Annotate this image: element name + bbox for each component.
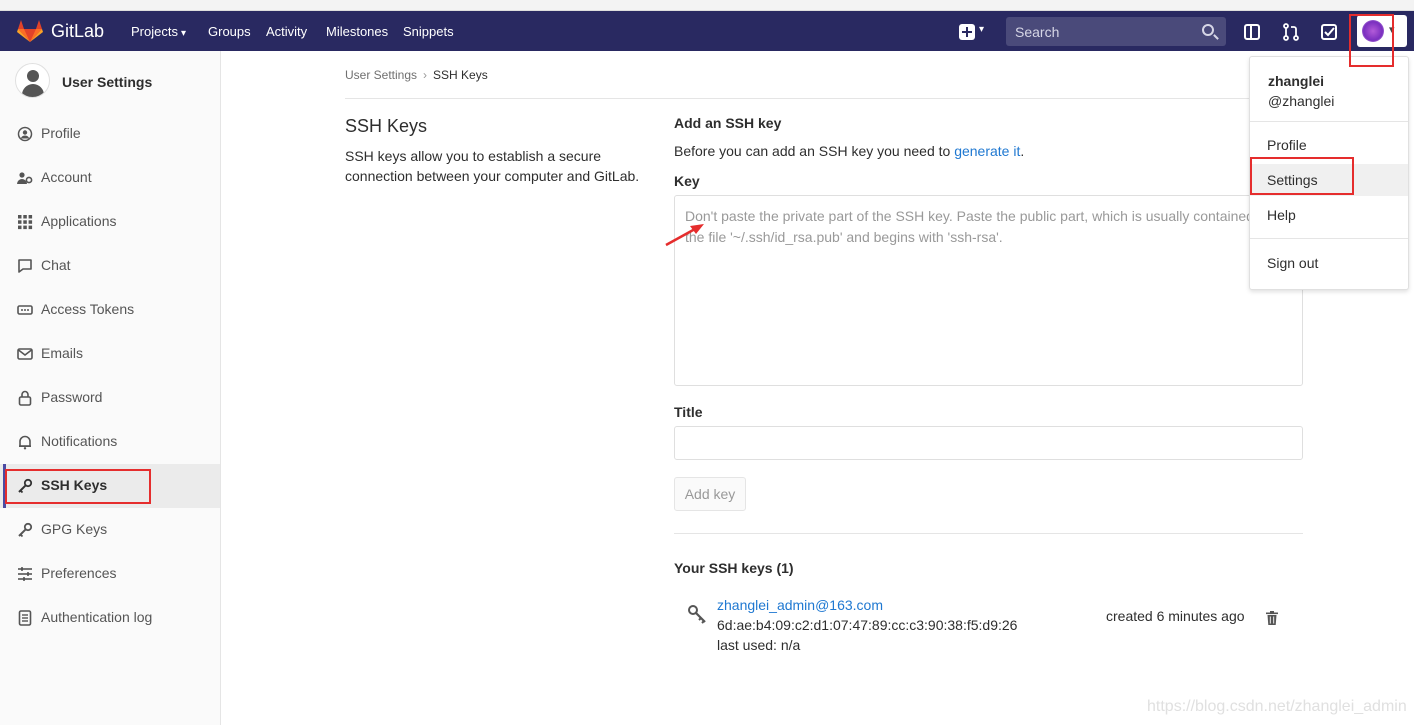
profile-icon — [17, 126, 33, 142]
chevron-down-icon: ▾ — [180, 28, 186, 39]
section-description: SSH keys allow you to establish a secure… — [345, 148, 640, 184]
dropdown-item-help[interactable]: Help — [1250, 199, 1408, 231]
merge-request-icon[interactable] — [1282, 23, 1300, 41]
gitlab-logo-icon[interactable] — [17, 19, 43, 43]
ssh-key-created: created 6 minutes ago — [1106, 608, 1245, 624]
bell-icon — [19, 435, 31, 450]
title-input[interactable] — [674, 426, 1303, 460]
chevron-right-icon: › — [423, 68, 428, 82]
dropdown-divider — [1250, 238, 1408, 239]
form-hint: Before you can add an SSH key you need t… — [674, 143, 1024, 159]
sidebar-title: User Settings — [62, 74, 153, 90]
annotation-arrow-icon — [665, 224, 704, 247]
nav-milestones[interactable]: Milestones — [326, 24, 388, 39]
sidebar-item-gpg-keys[interactable]: GPG Keys — [0, 508, 220, 552]
ssh-keys-heading: Your SSH keys (1) — [674, 560, 794, 576]
nav-activity[interactable]: Activity — [266, 24, 307, 39]
sidebar-item-label: Authentication log — [41, 609, 153, 625]
sidebar-item-account[interactable]: Account — [0, 156, 220, 200]
sidebar-item-label: Profile — [41, 125, 81, 141]
ssh-key-last-used: last used: n/a — [717, 637, 801, 653]
account-icon — [17, 172, 33, 184]
user-avatar-icon — [15, 63, 50, 98]
chat-icon — [18, 259, 32, 273]
search-input[interactable] — [1006, 17, 1196, 46]
form-heading: Add an SSH key — [674, 115, 782, 131]
sidebar-item-emails[interactable]: Emails — [0, 332, 220, 376]
dropdown-item-label: Help — [1267, 207, 1296, 223]
brand-name[interactable]: GitLab — [51, 21, 104, 42]
form-hint-suffix: . — [1020, 143, 1025, 159]
sidebar-item-label: Notifications — [41, 433, 118, 449]
ssh-key-title-link[interactable]: zhanglei_admin@163.com — [717, 597, 883, 613]
sidebar-item-label: GPG Keys — [41, 521, 108, 537]
dropdown-divider — [1250, 121, 1408, 122]
chevron-down-icon: ▾ — [979, 24, 985, 35]
top-navbar: GitLab Projects ▾ Groups Activity Milesto… — [0, 11, 1414, 51]
sidebar-item-profile[interactable]: Profile — [0, 112, 220, 156]
sidebar-item-label: Emails — [41, 345, 84, 361]
sidebar-item-label: Access Tokens — [41, 301, 135, 317]
key-textarea[interactable] — [674, 195, 1303, 386]
breadcrumb: User Settings › SSH Keys — [345, 68, 488, 82]
sidebar-item-label: Chat — [41, 257, 71, 273]
breadcrumb-current[interactable]: SSH Keys — [433, 68, 488, 82]
watermark-text: https://blog.csdn.net/zhanglei_admin — [1147, 698, 1407, 715]
dropdown-item-label: Profile — [1267, 137, 1307, 153]
nav-snippets[interactable]: Snippets — [403, 24, 454, 39]
breadcrumb-parent[interactable]: User Settings — [345, 68, 417, 82]
section-divider — [674, 533, 1303, 534]
dropdown-item-label: Sign out — [1267, 255, 1319, 271]
page-title: SSH Keys — [345, 116, 428, 136]
plus-icon — [959, 24, 975, 40]
sidebar-item-authentication-log[interactable]: Authentication log — [0, 596, 220, 640]
access-tokens-icon — [17, 305, 33, 315]
breadcrumb-divider — [345, 98, 1302, 99]
search-icon[interactable] — [1202, 24, 1214, 36]
sidebar-item-applications[interactable]: Applications — [0, 200, 220, 244]
key-label: Key — [674, 173, 700, 189]
new-dropdown-button[interactable]: ▾ — [957, 21, 993, 43]
annotation-box-settings — [1250, 157, 1354, 195]
avatar-body — [22, 84, 44, 97]
add-key-button[interactable]: Add key — [674, 477, 746, 511]
sidebar-item-label: Account — [41, 169, 92, 185]
key-icon — [18, 522, 33, 538]
sidebar-item-password[interactable]: Password — [0, 376, 220, 420]
sidebar-item-access-tokens[interactable]: Access Tokens — [0, 288, 220, 332]
settings-sidebar: User Settings Profile Account Applicatio… — [0, 51, 221, 725]
avatar-head — [27, 70, 39, 82]
nav-projects-label[interactable]: Projects — [131, 24, 178, 39]
sidebar-item-label: Applications — [41, 213, 117, 229]
sidebar-item-chat[interactable]: Chat — [0, 244, 220, 288]
preferences-icon — [18, 567, 32, 581]
sidebar-header[interactable]: User Settings — [0, 51, 220, 111]
todo-check-icon[interactable] — [1320, 23, 1338, 41]
nav-groups[interactable]: Groups — [208, 24, 251, 39]
applications-icon — [18, 215, 33, 230]
title-label: Title — [674, 404, 703, 420]
bookmarks-bar — [0, 0, 1414, 11]
emails-icon — [17, 348, 33, 360]
annotation-box-avatar — [1349, 14, 1394, 67]
sidebar-item-label: Password — [41, 389, 103, 405]
search-box[interactable] — [1006, 17, 1226, 46]
generate-it-link[interactable]: generate it — [954, 143, 1020, 159]
trash-icon[interactable] — [1266, 611, 1278, 625]
sidebar-item-notifications[interactable]: Notifications — [0, 420, 220, 464]
issues-board-icon[interactable] — [1243, 23, 1261, 41]
dropdown-user-name[interactable]: zhanglei — [1268, 73, 1324, 89]
sidebar-item-preferences[interactable]: Preferences — [0, 552, 220, 596]
lock-icon — [18, 390, 32, 406]
key-icon — [688, 605, 706, 624]
dropdown-item-sign-out[interactable]: Sign out — [1250, 247, 1408, 279]
ssh-key-fingerprint: 6d:ae:b4:09:c2:d1:07:47:89:cc:c3:90:38:f… — [717, 617, 1018, 633]
annotation-box-ssh-keys — [5, 469, 151, 504]
form-hint-text: Before you can add an SSH key you need t… — [674, 143, 955, 159]
sidebar-item-label: Preferences — [41, 565, 117, 581]
dropdown-user-handle[interactable]: @zhanglei — [1268, 93, 1334, 109]
log-icon — [18, 610, 32, 626]
nav-projects[interactable]: Projects ▾ — [131, 24, 186, 39]
